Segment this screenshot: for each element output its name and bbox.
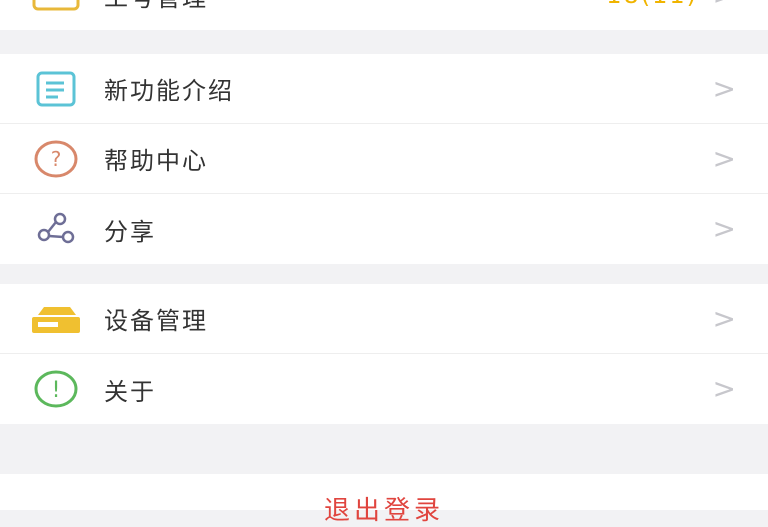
logout-button[interactable]: 退出登录	[0, 474, 768, 526]
document-icon	[30, 69, 82, 109]
share-icon	[30, 209, 82, 249]
question-icon: ?	[30, 139, 82, 179]
staff-count: 18(11)	[606, 0, 698, 9]
row-label: 工号管理	[104, 0, 208, 13]
chevron-right-icon: >	[713, 0, 736, 9]
svg-text:?: ?	[51, 147, 62, 171]
top-group: 工号管理 18(11) >	[0, 0, 768, 30]
device-icon	[30, 299, 82, 339]
row-label: 新功能介绍	[104, 77, 234, 105]
chevron-right-icon: >	[712, 212, 736, 245]
row-device-management[interactable]: 设备管理 >	[0, 284, 768, 354]
row-label: 关于	[104, 377, 156, 406]
row-share[interactable]: 分享 >	[0, 194, 768, 264]
row-help-center[interactable]: ? 帮助中心 >	[0, 124, 768, 194]
logout-label: 退出登录	[323, 496, 444, 526]
svg-text:!: !	[52, 378, 61, 403]
settings-screen: 工号管理 18(11) > 新功能介绍 > ?	[0, 0, 768, 526]
row-label: 设备管理	[104, 307, 208, 335]
row-staff-management[interactable]: 工号管理 18(11) >	[0, 0, 768, 30]
group-device: 设备管理 > ! 关于 >	[0, 284, 768, 424]
row-label: 分享	[104, 217, 156, 246]
info-icon: !	[30, 369, 82, 409]
row-new-features[interactable]: 新功能介绍 >	[0, 54, 768, 124]
chevron-right-icon: >	[712, 71, 736, 105]
row-about[interactable]: ! 关于 >	[0, 354, 768, 424]
chevron-right-icon: >	[712, 372, 736, 405]
row-label: 帮助中心	[104, 147, 208, 175]
chevron-right-icon: >	[712, 301, 736, 335]
id-card-icon	[30, 0, 82, 15]
group-info: 新功能介绍 > ? 帮助中心 > 分享 >	[0, 54, 768, 264]
chevron-right-icon: >	[712, 141, 736, 175]
